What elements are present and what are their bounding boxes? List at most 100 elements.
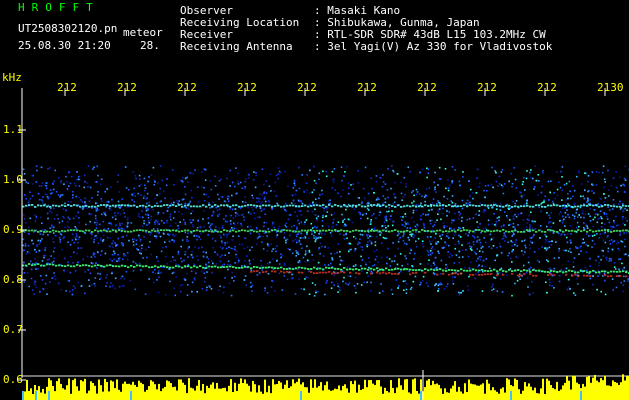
noise-speckle: [461, 207, 464, 210]
noise-speckle: [396, 173, 399, 175]
noise-speckle: [405, 223, 407, 225]
signal-trace: [76, 229, 79, 232]
noise-speckle: [387, 247, 389, 250]
signal-trace: [103, 229, 106, 232]
amplitude-bar: [516, 379, 518, 400]
noise-speckle: [458, 256, 461, 259]
amplitude-bar: [588, 376, 590, 400]
noise-speckle: [314, 240, 317, 243]
amplitude-bar: [112, 381, 114, 400]
noise-speckle: [360, 246, 362, 248]
signal-trace: [211, 265, 214, 268]
noise-speckle: [462, 227, 465, 229]
signal-trace: [457, 273, 460, 276]
noise-speckle: [196, 226, 199, 229]
signal-trace: [604, 270, 607, 273]
noise-speckle: [128, 189, 130, 191]
noise-speckle: [113, 258, 115, 260]
noise-speckle: [222, 264, 224, 266]
noise-speckle: [603, 193, 605, 195]
noise-speckle: [237, 183, 240, 185]
noise-speckle: [475, 253, 477, 255]
noise-speckle: [146, 202, 148, 205]
noise-speckle: [311, 191, 314, 194]
signal-trace: [256, 270, 259, 272]
noise-speckle: [402, 216, 404, 218]
amplitude-bar: [186, 393, 188, 400]
signal-trace: [580, 230, 583, 233]
noise-speckle: [392, 242, 394, 244]
signal-trace: [304, 229, 307, 232]
noise-speckle: [255, 174, 257, 177]
noise-speckle: [369, 223, 372, 225]
signal-trace: [286, 270, 289, 273]
noise-speckle: [345, 282, 347, 285]
signal-trace: [622, 229, 625, 232]
noise-speckle: [231, 277, 233, 279]
noise-speckle: [619, 200, 621, 203]
noise-speckle: [474, 237, 476, 239]
signal-trace: [100, 204, 103, 206]
noise-speckle: [31, 175, 33, 177]
noise-speckle: [100, 200, 103, 202]
amplitude-bar: [418, 393, 420, 400]
noise-speckle: [426, 282, 428, 284]
noise-speckle: [330, 262, 332, 265]
amplitude-bar: [494, 390, 496, 400]
noise-speckle: [613, 262, 616, 264]
noise-speckle: [74, 184, 77, 187]
noise-speckle: [162, 246, 164, 249]
amplitude-blip: [35, 391, 37, 400]
noise-speckle: [382, 202, 385, 204]
amplitude-bar: [76, 386, 78, 400]
noise-speckle: [587, 180, 589, 183]
noise-speckle: [95, 202, 97, 204]
noise-speckle: [497, 185, 499, 187]
amplitude-bar: [222, 388, 224, 400]
signal-trace: [493, 268, 496, 271]
noise-speckle: [232, 222, 235, 224]
noise-speckle: [432, 248, 435, 251]
noise-speckle: [311, 282, 314, 284]
amplitude-bar: [374, 385, 376, 400]
noise-speckle: [356, 283, 359, 285]
noise-speckle: [244, 196, 246, 198]
noise-speckle: [186, 240, 188, 242]
noise-speckle: [514, 213, 516, 216]
noise-speckle: [624, 217, 627, 220]
noise-speckle: [51, 225, 53, 227]
noise-speckle: [119, 222, 121, 225]
noise-speckle: [207, 217, 209, 220]
noise-speckle: [305, 276, 307, 278]
signal-trace: [580, 204, 583, 207]
noise-speckle: [175, 276, 178, 278]
amplitude-bar: [402, 389, 404, 400]
noise-speckle: [475, 192, 478, 194]
signal-trace: [118, 204, 121, 207]
noise-speckle: [231, 271, 233, 274]
noise-speckle: [611, 226, 613, 229]
noise-speckle: [576, 175, 578, 178]
amplitude-bar: [306, 387, 308, 400]
noise-speckle: [34, 258, 36, 260]
noise-speckle: [125, 270, 128, 273]
noise-speckle: [622, 210, 624, 213]
signal-trace: [340, 270, 343, 273]
noise-speckle: [280, 172, 282, 174]
signal-trace: [64, 205, 67, 207]
signal-trace: [463, 269, 466, 272]
noise-speckle: [28, 252, 30, 254]
amplitude-bar: [534, 387, 536, 400]
noise-speckle: [409, 170, 411, 173]
noise-speckle: [296, 235, 298, 238]
noise-speckle: [74, 287, 76, 289]
noise-speckle: [110, 224, 113, 226]
noise-speckle: [448, 211, 451, 213]
signal-trace: [331, 229, 334, 232]
hrofft-window: HROFFT UT2508302120.pn meteor 25.08.30 2…: [0, 0, 629, 400]
noise-speckle: [324, 246, 326, 248]
noise-speckle: [318, 233, 320, 235]
signal-trace: [625, 229, 628, 232]
noise-speckle: [588, 235, 590, 237]
signal-trace: [217, 205, 220, 208]
